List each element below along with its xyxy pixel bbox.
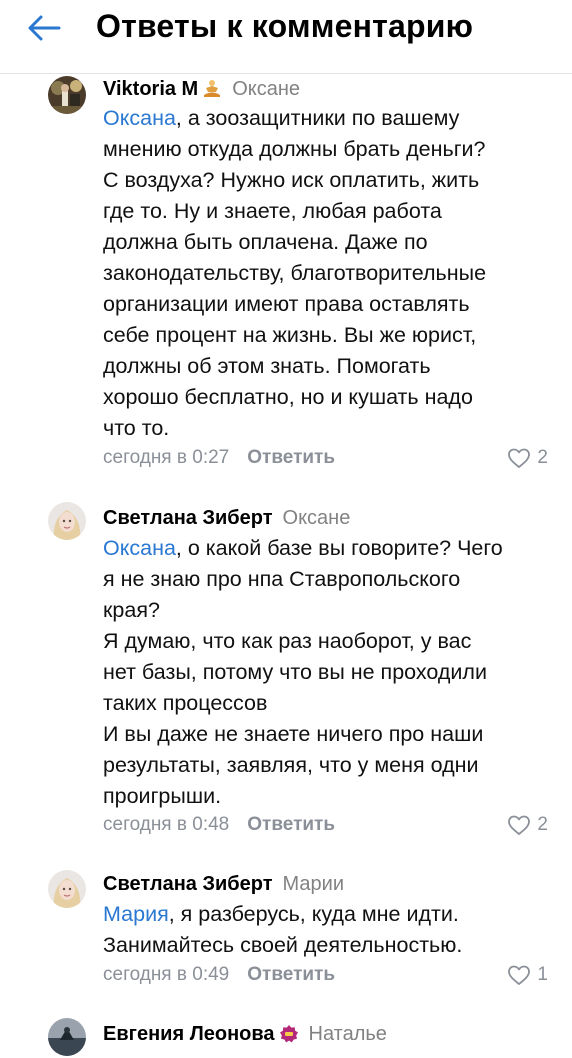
reply-button[interactable]: Ответить — [247, 814, 335, 836]
reply-to-name[interactable]: Наталье — [309, 1023, 387, 1046]
author-name[interactable]: Евгения Леонова — [103, 1023, 275, 1046]
mention-link[interactable]: Оксана — [103, 536, 176, 560]
mention-link[interactable]: Оксана — [103, 106, 176, 130]
avatar[interactable] — [48, 870, 86, 908]
heart-icon — [508, 965, 531, 985]
like-button[interactable]: 2 — [507, 445, 548, 471]
vip-badge-icon — [279, 1024, 299, 1044]
avatar[interactable] — [48, 1018, 86, 1056]
back-button[interactable] — [22, 10, 66, 46]
avatar[interactable] — [48, 502, 86, 540]
reply-button[interactable]: Ответить — [247, 447, 335, 469]
comment-footer: сегодня в 0:48 Ответить 2 — [103, 812, 550, 838]
comment-footer: сегодня в 0:49 Ответить 1 — [103, 962, 550, 988]
mention-link[interactable]: Мария — [103, 902, 169, 926]
comment-text: Оксана, о какой базе вы говорите? Чего я… — [103, 536, 503, 808]
comment-text: Мария, я разберусь, куда мне идти. Заним… — [103, 902, 463, 957]
reply-to-name[interactable]: Марии — [283, 873, 344, 896]
timestamp: сегодня в 0:27 — [103, 447, 230, 468]
like-button[interactable]: 2 — [507, 812, 548, 838]
page-title: Ответы к комментарию — [96, 8, 474, 44]
comment-header: Евгения Леонова Наталье — [103, 1021, 387, 1047]
reply-to-name[interactable]: Оксане — [283, 507, 351, 530]
comment-footer: сегодня в 0:27 Ответить 2 — [103, 445, 550, 471]
comment-header: Viktoria M Оксане — [103, 76, 300, 102]
author-name[interactable]: Viktoria M — [103, 78, 198, 101]
avatar[interactable] — [48, 76, 86, 114]
heart-icon — [508, 448, 531, 468]
like-count: 2 — [537, 447, 548, 468]
meditation-emoji-icon — [202, 79, 222, 99]
reply-button[interactable]: Ответить — [247, 964, 335, 986]
top-bar: Ответы к комментарию — [0, 0, 572, 74]
like-button[interactable]: 1 — [507, 962, 548, 988]
like-count: 2 — [537, 814, 548, 835]
author-name[interactable]: Светлана Зиберт — [103, 873, 273, 896]
comment-text: Оксана, а зоозащитники по вашему мнению … — [103, 106, 487, 440]
timestamp: сегодня в 0:48 — [103, 814, 230, 835]
arrow-left-icon — [28, 15, 61, 41]
timestamp: сегодня в 0:49 — [103, 964, 230, 985]
reply-to-name[interactable]: Оксане — [232, 78, 300, 101]
comment-header: Светлана Зиберт Марии — [103, 871, 344, 897]
comment-header: Светлана Зиберт Оксане — [103, 505, 350, 531]
heart-icon — [508, 815, 531, 835]
author-name[interactable]: Светлана Зиберт — [103, 507, 273, 530]
like-count: 1 — [537, 964, 548, 985]
